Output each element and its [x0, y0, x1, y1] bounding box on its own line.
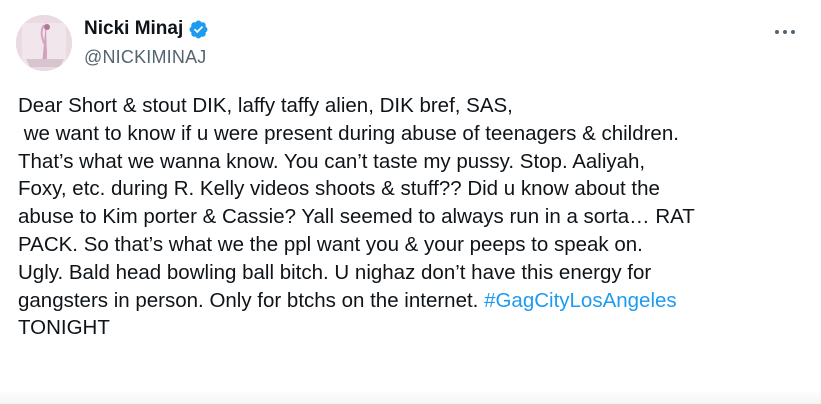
tweet-line: Ugly. Bald head bowling ball bitch. U ni…: [18, 260, 652, 284]
tweet-card: Nicki Minaj @NICKIMINAJ Dear Short & sto…: [0, 0, 821, 404]
bottom-divider: [0, 390, 821, 404]
avatar[interactable]: [16, 15, 72, 71]
tweet-text: Dear Short & stout DIK, laffy taffy alie…: [18, 92, 808, 342]
author-handle[interactable]: @NICKIMINAJ: [84, 46, 206, 68]
tweet-line: Foxy, etc. during R. Kelly videos shoots…: [18, 177, 660, 201]
tweet-line: That’s what we wanna know. You can’t tas…: [18, 149, 646, 173]
tweet-line: PACK. So that’s what we the ppl want you…: [18, 232, 643, 256]
hashtag-link[interactable]: #GagCityLosAngeles: [484, 289, 677, 312]
tweet-line: TONIGHT: [18, 316, 110, 340]
tweet-line-text: gangsters in person. Only for btchs on t…: [18, 288, 485, 312]
author-display-name[interactable]: Nicki Minaj: [84, 17, 183, 41]
tweet-line: Dear Short & stout DIK, laffy taffy alie…: [18, 94, 513, 117]
verified-badge-icon: [189, 20, 208, 38]
tweet-line: abuse to Kim porter & Cassie? Yall seeme…: [18, 205, 695, 229]
avatar-image: [16, 15, 72, 71]
more-options-icon[interactable]: [771, 24, 799, 40]
tweet-line-with-hashtag: gangsters in person. Only for btchs on t…: [18, 287, 808, 315]
author-name-row: Nicki Minaj: [84, 17, 209, 41]
tweet-line: we want to know if u were present during…: [18, 121, 679, 145]
